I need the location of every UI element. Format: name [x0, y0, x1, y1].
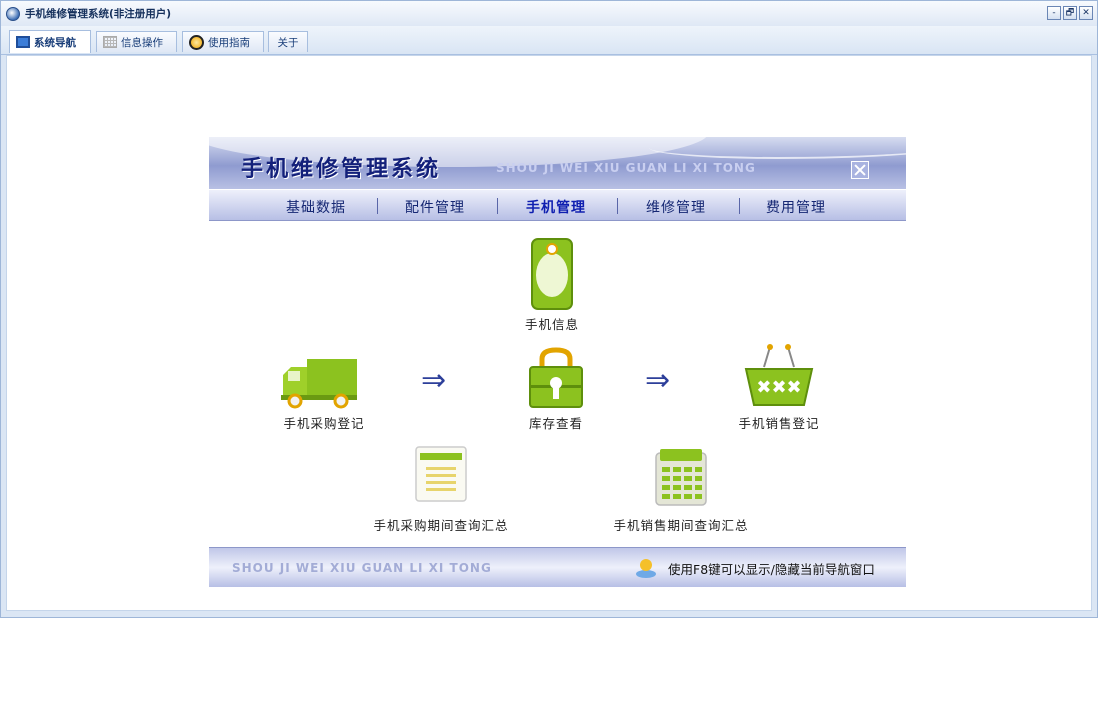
app-icon	[6, 6, 20, 21]
window-controls: - 🗗 ✕	[1047, 6, 1093, 20]
tab-user-guide[interactable]: 使用指南	[182, 31, 264, 52]
panel-close-icon[interactable]	[851, 161, 869, 179]
tab-about[interactable]: 关于	[268, 31, 308, 52]
tab-bar: 系统导航 信息操作 使用指南 关于	[1, 26, 1097, 55]
node-label: 手机信息	[524, 317, 579, 332]
node-purchase-summary[interactable]: 手机采购期间查询汇总	[373, 445, 508, 533]
navigation-panel: 手机维修管理系统 SHOU JI WEI XIU GUAN LI XI TONG…	[209, 137, 906, 587]
footer-subtitle: SHOU JI WEI XIU GUAN LI XI TONG	[232, 561, 492, 575]
close-button[interactable]: ✕	[1079, 6, 1093, 20]
footer-tip: 使用F8键可以显示/隐藏当前导航窗口	[668, 562, 875, 577]
lock-icon	[529, 347, 583, 408]
node-label: 手机销售期间查询汇总	[613, 518, 749, 533]
node-purchase[interactable]: 手机采购登记	[274, 357, 374, 431]
banner-swoosh	[649, 137, 906, 159]
flow-arrow-icon: ⇒	[645, 363, 671, 398]
node-label: 手机采购期间查询汇总	[373, 518, 509, 533]
title-bar: 手机维修管理系统(非注册用户) - 🗗 ✕	[1, 1, 1097, 26]
menu-separator	[617, 198, 618, 214]
node-label: 库存查看	[528, 416, 583, 431]
menu-basic-data[interactable]: 基础数据	[286, 197, 346, 217]
node-stock[interactable]: 库存查看	[519, 347, 593, 431]
panel-footer: SHOU JI WEI XIU GUAN LI XI TONG 使用F8键可以显…	[209, 547, 906, 587]
menu-fees[interactable]: 费用管理	[766, 197, 826, 217]
phone-tag-icon	[531, 238, 573, 310]
panel-menu: 基础数据 配件管理 手机管理 维修管理 费用管理	[209, 189, 906, 221]
panel-banner: 手机维修管理系统 SHOU JI WEI XIU GUAN LI XI TONG	[209, 137, 906, 189]
tab-label: 系统导航	[34, 36, 76, 49]
truck-icon	[281, 359, 357, 409]
basket-icon: ✖✖✖	[744, 344, 814, 406]
guide-icon	[189, 34, 204, 50]
window-title: 手机维修管理系统(非注册用户)	[25, 8, 172, 20]
menu-parts[interactable]: 配件管理	[405, 197, 465, 217]
panel-subtitle: SHOU JI WEI XIU GUAN LI XI TONG	[496, 161, 756, 175]
node-phone-info[interactable]: 手机信息	[520, 237, 584, 337]
tab-label: 使用指南	[208, 36, 250, 49]
node-label: 手机采购登记	[283, 416, 365, 431]
user-tip-icon	[636, 559, 656, 578]
menu-separator	[739, 198, 740, 214]
minimize-button[interactable]: -	[1047, 6, 1061, 20]
svg-text:✖✖✖: ✖✖✖	[756, 377, 801, 398]
tab-label: 关于	[277, 36, 299, 49]
panel-title: 手机维修管理系统	[241, 157, 442, 182]
report-icon	[415, 446, 467, 502]
nav-icon	[16, 36, 30, 48]
menu-phones[interactable]: 手机管理	[526, 197, 586, 217]
node-sales-summary[interactable]: 手机销售期间查询汇总	[613, 447, 748, 533]
calculator-icon	[655, 449, 707, 506]
menu-separator	[377, 198, 378, 214]
node-sales[interactable]: ✖✖✖ 手机销售登记	[736, 343, 822, 431]
menu-separator	[497, 198, 498, 214]
tab-label: 信息操作	[121, 36, 163, 49]
menu-repair[interactable]: 维修管理	[646, 197, 706, 217]
flow-arrow-icon: ⇒	[421, 363, 447, 398]
grid-icon	[103, 36, 117, 48]
tab-info-ops[interactable]: 信息操作	[96, 31, 177, 52]
node-label: 手机销售登记	[738, 416, 820, 431]
restore-button[interactable]: 🗗	[1063, 6, 1077, 20]
tab-system-nav[interactable]: 系统导航	[9, 30, 91, 53]
